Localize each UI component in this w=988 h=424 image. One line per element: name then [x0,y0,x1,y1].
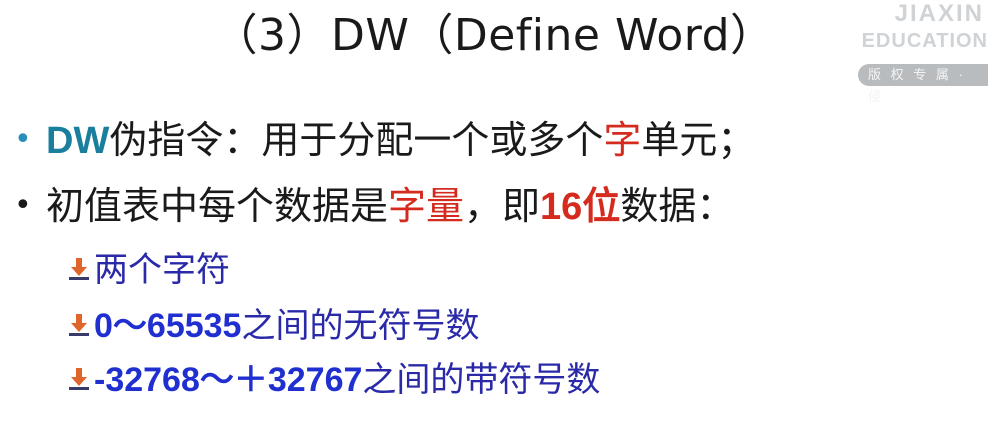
bullet-1-part-0: DW [46,120,110,162]
watermark-logo: JIAXIN EDUCATION 版 权 专 属 · 侵 [838,0,988,104]
sub-item-2-num: 0～65535 [94,307,242,345]
sub-item-3-num: -32768～＋32767 [94,361,363,399]
bullet-2-part-0: 初值表中每个数据是 [46,184,389,228]
bullet-dot-icon: • [14,122,32,157]
sub-item-3: -32768～＋32767之间的带符号数 [66,358,600,402]
sub-item-2-text: 之间的无符号数 [241,306,480,346]
bullet-1-part-3: 单元； [641,118,756,162]
watermark-badge: 版 权 专 属 · 侵 [858,64,988,104]
watermark-sub: EDUCATION [861,30,988,52]
down-arrow-bar-icon [69,314,89,336]
bullet-dot-icon: • [14,188,32,223]
sub-item-3-text: 之间的带符号数 [362,360,601,400]
sub-item-1-text: 两个字符 [94,250,230,290]
sub-item-2: 0～65535之间的无符号数 [66,304,479,348]
down-arrow-bar-icon [69,368,89,390]
bullet-2-part-3: 16位 [540,186,621,228]
bullet-item-2: • 初值表中每个数据是字量，即16位数据： [14,180,734,233]
sub-item-1: 两个字符 [66,248,230,292]
watermark-brand: JIAXIN [894,0,984,27]
bullet-1-part-1: 伪指令：用于分配一个或多个 [109,118,604,162]
bullet-2-part-1: 字量 [388,184,465,228]
bullet-item-1: • DW伪指令：用于分配一个或多个字单元； [14,114,755,167]
bullet-2-part-4: 数据： [620,184,735,228]
bullet-1-part-2: 字 [603,118,642,162]
bullet-2-part-2: ，即 [464,184,541,228]
down-arrow-bar-icon [69,258,89,280]
